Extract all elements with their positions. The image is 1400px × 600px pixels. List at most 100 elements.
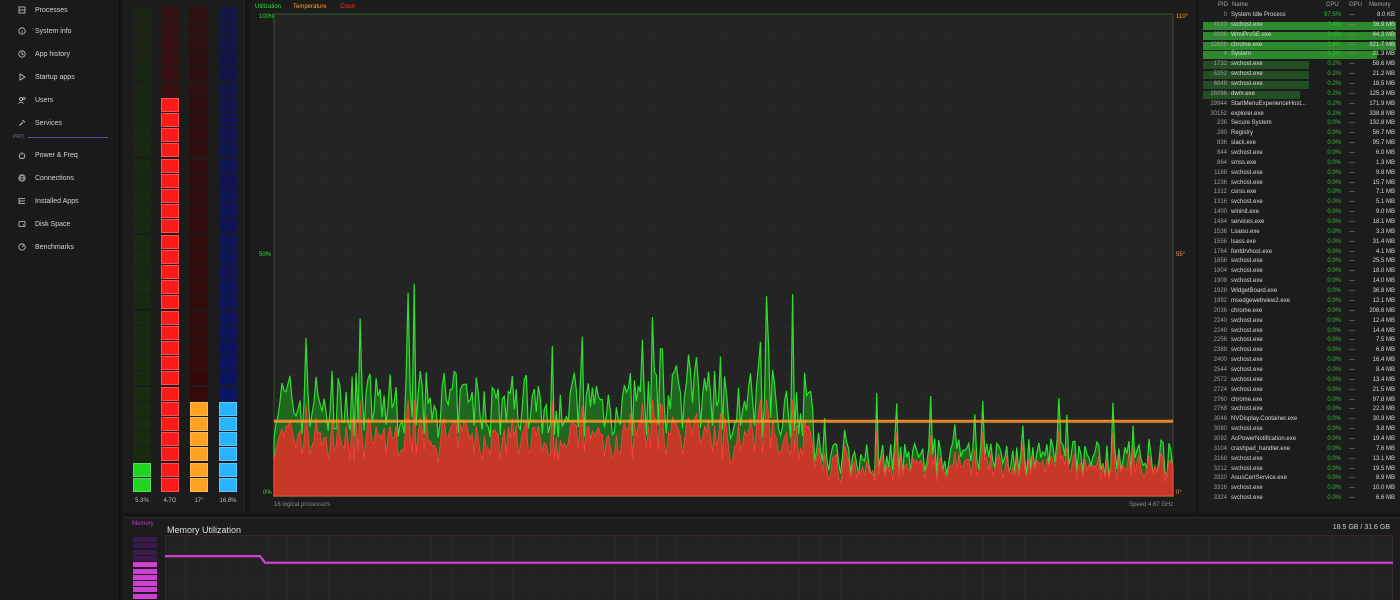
process-row[interactable]: 4120 svchost.exe 0.4% — 36.9 MB	[1203, 21, 1396, 31]
process-row[interactable]: 3320 AsusCertService.exe 0.0% — 8.9 MB	[1203, 474, 1396, 484]
col-header-memory[interactable]: Memory	[1369, 2, 1391, 8]
sidebar-item-benchmarks[interactable]: Benchmarks	[0, 237, 120, 257]
bar-segment	[219, 310, 237, 325]
process-row[interactable]: 2248 svchost.exe 0.0% — 14.4 MB	[1203, 327, 1396, 337]
process-row[interactable]: 236 Secure System 0.0% — 132.8 MB	[1203, 119, 1396, 129]
sidebar-item-system-info[interactable]: System info	[0, 21, 120, 41]
col-header-cpu[interactable]: CPU	[1326, 2, 1339, 8]
process-row[interactable]: 30152 explorer.exe 0.2% — 338.8 MB	[1203, 110, 1396, 120]
process-row[interactable]: 3316 svchost.exe 0.0% — 10.0 MB	[1203, 484, 1396, 494]
process-row[interactable]: 1316 svchost.exe 0.0% — 5.1 MB	[1203, 198, 1396, 208]
process-row[interactable]: 3212 svchost.exe 0.0% — 19.5 MB	[1203, 465, 1396, 475]
process-row[interactable]: 864 smss.exe 0.0% — 1.3 MB	[1203, 159, 1396, 169]
process-row[interactable]: 844 svchost.exe 0.0% — 6.0 MB	[1203, 149, 1396, 159]
col-header-pid[interactable]: PID	[1218, 2, 1228, 8]
process-row[interactable]: 6848 svchost.exe 0.2% — 18.5 MB	[1203, 80, 1396, 90]
process-row[interactable]: 2240 svchost.exe 0.0% — 12.4 MB	[1203, 317, 1396, 327]
process-row[interactable]: 1484 services.exe 0.0% — 18.1 MB	[1203, 218, 1396, 228]
sidebar-item-installed-apps[interactable]: Installed Apps	[0, 191, 120, 211]
col-header-name[interactable]: Name	[1232, 2, 1248, 8]
sidebar-item-disk-space[interactable]: Disk Space	[0, 214, 120, 234]
bar-segment	[133, 21, 151, 36]
process-name: svchost.exe	[1231, 81, 1263, 88]
process-gpu: —	[1349, 297, 1355, 304]
bar-segment	[190, 462, 208, 477]
process-name: svchost.exe	[1231, 386, 1263, 393]
process-row[interactable]: 4 System 0.3% — 21.3 MB	[1203, 50, 1396, 60]
process-row[interactable]: 1992 msedgewebview2.exe 0.0% — 12.1 MB	[1203, 297, 1396, 307]
process-row[interactable]: 1400 wininit.exe 0.0% — 9.0 MB	[1203, 208, 1396, 218]
process-cpu: 0.0%	[1327, 140, 1341, 147]
process-row[interactable]: 1732 svchost.exe 0.2% — 58.6 MB	[1203, 60, 1396, 70]
sidebar-item-power-freq[interactable]: Power & Freq	[0, 145, 120, 165]
process-row[interactable]: 1908 svchost.exe 0.0% — 14.0 MB	[1203, 277, 1396, 287]
bar-segment	[133, 204, 151, 219]
process-row[interactable]: 1236 svchost.exe 0.0% — 15.7 MB	[1203, 179, 1396, 189]
sidebar-item-connections[interactable]: Connections	[0, 168, 120, 188]
bar-segment	[190, 356, 208, 371]
process-row[interactable]: 2256 svchost.exe 0.0% — 7.5 MB	[1203, 336, 1396, 346]
process-row[interactable]: 3092 AcPowerNotification.exe 0.0% — 19.4 MB	[1203, 435, 1396, 445]
process-row[interactable]: 280 Registry 0.0% — 56.7 MB	[1203, 129, 1396, 139]
process-row[interactable]: 1764 fontdrvhost.exe 0.0% — 4.1 MB	[1203, 248, 1396, 258]
users-icon	[18, 96, 26, 104]
process-row[interactable]: 3324 svchost.exe 0.0% — 6.6 MB	[1203, 494, 1396, 504]
process-row[interactable]: 2768 svchost.exe 0.0% — 22.3 MB	[1203, 405, 1396, 415]
process-row[interactable]: 2724 svchost.exe 0.0% — 21.5 MB	[1203, 386, 1396, 396]
process-row[interactable]: 2400 svchost.exe 0.0% — 16.4 MB	[1203, 356, 1396, 366]
process-row[interactable]: 3080 svchost.exe 0.0% — 3.8 MB	[1203, 425, 1396, 435]
process-row[interactable]: 836 slack.exe 0.0% — 95.7 MB	[1203, 139, 1396, 149]
process-row[interactable]: 1904 svchost.exe 0.0% — 18.0 MB	[1203, 267, 1396, 277]
process-name: fontdrvhost.exe	[1231, 248, 1273, 255]
process-memory: 19.4 MB	[1372, 435, 1395, 442]
process-row[interactable]: 1856 svchost.exe 0.0% — 25.5 MB	[1203, 257, 1396, 267]
process-pid: 12656	[1210, 41, 1227, 48]
process-cpu: 0.0%	[1327, 209, 1341, 216]
process-row[interactable]: 2388 svchost.exe 0.0% — 6.8 MB	[1203, 346, 1396, 356]
process-row[interactable]: 2544 svchost.exe 0.0% — 8.4 MB	[1203, 366, 1396, 376]
bar-segment	[133, 234, 151, 249]
process-gpu: —	[1349, 120, 1355, 127]
bar-segment	[133, 143, 151, 158]
process-row[interactable]: 8996 WmiPrvSE.exe 0.4% — 44.3 MB	[1203, 31, 1396, 41]
process-row[interactable]: 1556 lsass.exe 0.0% — 31.4 MB	[1203, 238, 1396, 248]
bar-segment	[161, 417, 179, 431]
sidebar-item-app-history[interactable]: App history	[0, 44, 120, 64]
process-row[interactable]: 1168 svchost.exe 0.0% — 9.8 MB	[1203, 169, 1396, 179]
process-row[interactable]: 29944 StartMenuExperienceHost... 0.2% — 171.…	[1203, 100, 1396, 110]
process-memory: 7.1 MB	[1375, 189, 1395, 196]
memory-bar-segment	[133, 574, 157, 580]
sidebar-item-users[interactable]: Users	[0, 90, 120, 110]
col-header-gpu[interactable]: GPU	[1349, 2, 1362, 8]
sidebar-item-startup-apps[interactable]: Startup apps	[0, 67, 120, 87]
process-row[interactable]: 2760 chrome.exe 0.0% — 97.8 MB	[1203, 396, 1396, 406]
process-row[interactable]: 3048 NVDisplay.Container.exe 0.0% — 30.9 MB	[1203, 415, 1396, 425]
bar-segment	[133, 265, 151, 279]
process-row[interactable]: 1928 WidgetBoard.exe 0.0% — 36.8 MB	[1203, 287, 1396, 297]
bar-segment	[219, 234, 237, 249]
process-row[interactable]: 0 System Idle Process 97.5% — 8.0 KB	[1203, 11, 1396, 21]
bar-segment	[161, 82, 179, 97]
process-name: svchost.exe	[1231, 406, 1263, 413]
process-row[interactable]: 3168 svchost.exe 0.0% — 13.1 MB	[1203, 455, 1396, 465]
process-row[interactable]: 1312 csrss.exe 0.0% — 7.1 MB	[1203, 188, 1396, 198]
process-pid: 2240	[1213, 317, 1227, 324]
process-row[interactable]: 2572 svchost.exe 0.0% — 13.4 MB	[1203, 376, 1396, 386]
sidebar-item-processes[interactable]: Processes	[0, 0, 120, 20]
bar-segment	[133, 189, 151, 203]
process-memory: 6.8 MB	[1375, 347, 1395, 354]
process-row[interactable]: 3104 crashpad_handler.exe 0.0% — 7.6 MB	[1203, 445, 1396, 455]
process-row[interactable]: 2036 chrome.exe 0.0% — 208.6 MB	[1203, 307, 1396, 317]
process-row[interactable]: 12656 chrome.exe 0.4% — 821.7 MB	[1203, 41, 1396, 51]
bar-segment	[133, 386, 151, 401]
bar-segment	[133, 97, 151, 112]
process-gpu: —	[1349, 465, 1355, 472]
process-pid: 28096	[1210, 90, 1227, 97]
process-pid: 1856	[1213, 258, 1227, 265]
process-row[interactable]: 1536 Lsaiso.exe 0.0% — 3.3 MB	[1203, 228, 1396, 238]
sidebar-item-services[interactable]: Services	[0, 113, 120, 133]
process-row[interactable]: 28096 dwm.exe 0.2% — 125.3 MB	[1203, 90, 1396, 100]
process-memory: 58.6 MB	[1372, 61, 1395, 68]
process-row[interactable]: 5252 svchost.exe 0.2% — 21.2 MB	[1203, 70, 1396, 80]
sidebar-item-label: App history	[35, 50, 71, 58]
